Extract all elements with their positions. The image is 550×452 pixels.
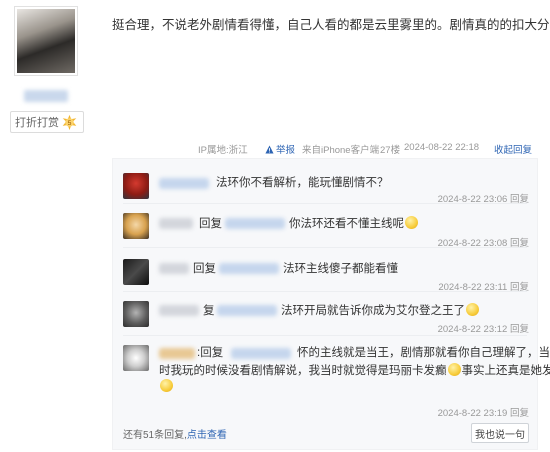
reply-prefix: 回复: [199, 218, 222, 230]
reply-avatar[interactable]: [123, 213, 149, 239]
reply-username-redacted[interactable]: [159, 348, 195, 359]
reply-panel: 法环你不看解析，能玩懂剧情不？ 2024-8-22 23:06 回复 回复 你法…: [112, 158, 550, 450]
reply-text-wrap: 法环开局就告诉你成为艾尔登之王了: [281, 302, 480, 318]
reply-text-wrap: 你法环还看不懂主线呢: [289, 215, 419, 231]
reply-time: 2024-8-22 23:12: [437, 324, 508, 335]
author-avatar[interactable]: [14, 6, 78, 76]
reply-meta: 2024-8-22 23:19 回复: [438, 405, 529, 419]
reply-avatar[interactable]: [123, 173, 149, 199]
reply-link[interactable]: 回复: [510, 408, 529, 419]
more-replies: 还有51条回复,点击查看: [123, 426, 227, 441]
reply-divider: [123, 291, 527, 292]
reply-target-redacted[interactable]: [231, 348, 291, 359]
author-panel: 打折打赏 5: [0, 0, 100, 452]
author-avatar-image: [17, 9, 75, 73]
reply-divider: [123, 247, 527, 248]
reply-avatar[interactable]: [123, 301, 149, 327]
emoji-icon: [160, 379, 173, 392]
reply-prefix: 回复: [193, 263, 216, 275]
emoji-icon: [466, 303, 479, 316]
author-name-redacted[interactable]: [24, 90, 68, 102]
reply-avatar[interactable]: [123, 259, 149, 285]
report-label: 举报: [276, 145, 296, 156]
reply-target-redacted[interactable]: [217, 305, 277, 316]
reply-text: 法环主线傻子都能看懂: [283, 263, 398, 275]
coin-badge-number: 5: [68, 120, 72, 127]
ip-location: IP属地:浙江: [198, 145, 248, 156]
reply-text: 你法环还看不懂主线呢: [289, 218, 404, 230]
reply-link[interactable]: 回复: [510, 324, 529, 335]
reply-time: 2024-8-22 23:19: [437, 408, 508, 419]
post-content: 挺合理，不说老外剧情看得懂，自己人看的都是云里雾里的。剧情真的的扣大分: [112, 18, 550, 32]
reply-prefix: 复: [203, 305, 215, 317]
coin-badge-icon: 5: [62, 114, 77, 131]
reply-text-line1: 怀的主线就是当王，剧情那就看你自己理解了，当: [297, 347, 550, 359]
collapse-replies-link[interactable]: 收起回复: [494, 142, 532, 156]
more-replies-count: 还有51条回复,: [123, 430, 187, 441]
reply-divider: [123, 203, 527, 204]
reply-text-line2-b: 事实上还真是她发癫: [461, 365, 550, 377]
reply-avatar[interactable]: [123, 345, 149, 371]
reply-username-redacted[interactable]: [159, 305, 199, 316]
emoji-icon: [447, 363, 461, 376]
reply-text-line2-a: 时我玩的时候没看剧情解说，我当时就觉得是玛丽卡发癫: [159, 365, 447, 377]
view-more-link[interactable]: 点击查看: [187, 430, 227, 441]
tip-button-label: 打折打赏: [15, 117, 59, 129]
reply-meta: 2024-8-22 23:12 回复: [438, 321, 529, 335]
reply-prefix: :回复: [197, 347, 224, 359]
reply-target-redacted[interactable]: [225, 218, 285, 229]
reply-divider: [123, 335, 527, 336]
reply-username-redacted[interactable]: [159, 263, 189, 274]
report-link[interactable]: 举报: [265, 142, 295, 156]
client-source: 来自iPhone客户端: [302, 145, 380, 156]
reply-target-redacted[interactable]: [219, 263, 279, 274]
reply-text-line2: 时我玩的时候没看剧情解说，我当时就觉得是玛丽卡发癫 事实上还真是她发癫: [159, 362, 550, 378]
post-time: 2024-08-22 22:18: [404, 142, 480, 153]
reply-username-redacted[interactable]: [159, 218, 193, 229]
reply-text-line3: [159, 379, 174, 393]
reply-username-redacted[interactable]: [159, 178, 209, 189]
reply-text: 法环开局就告诉你成为艾尔登之王了: [281, 305, 465, 317]
reply-text: 法环你不看解析，能玩懂剧情不？: [216, 177, 389, 189]
floor-number: 27楼: [380, 145, 401, 156]
add-comment-button[interactable]: 我也说一句: [471, 423, 529, 443]
warning-icon: [265, 145, 274, 154]
emoji-icon: [405, 216, 418, 229]
post-meta-bar: IP属地:浙江 举报 来自iPhone客户端 27楼 2024-08-22 22…: [112, 138, 537, 156]
